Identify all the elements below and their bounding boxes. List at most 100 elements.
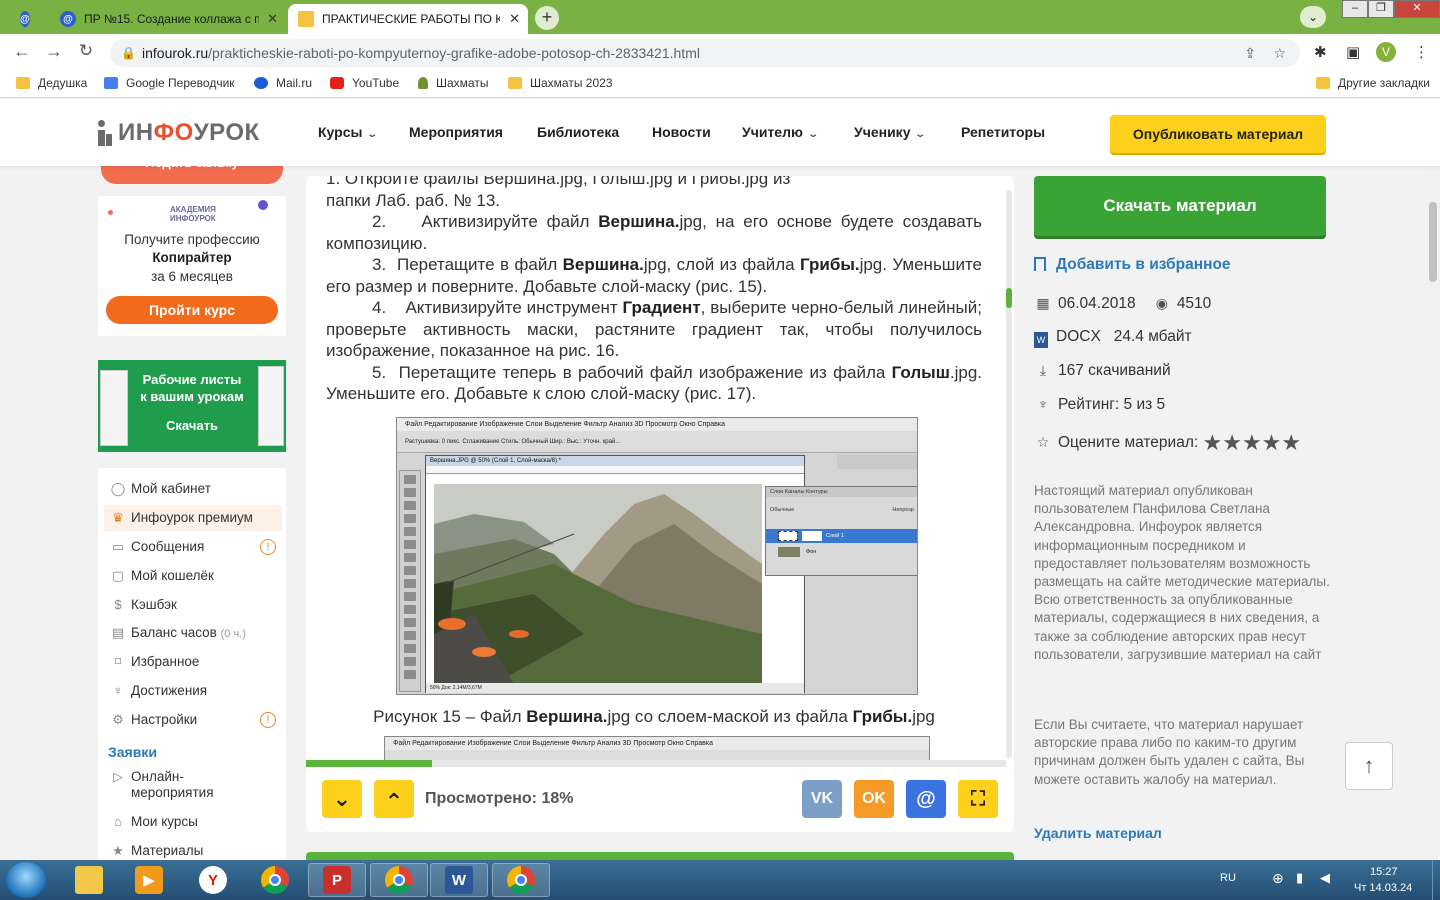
infourok-logo[interactable]: ИН ФО УРОК xyxy=(98,119,260,147)
sidebar-item-cashback[interactable]: $ Кэшбэк xyxy=(104,592,282,618)
sidebar-item-online-events[interactable]: ▷ Онлайн- мероприятия xyxy=(104,766,282,800)
ps-options-bar: Растушевка: 0 пикс. Сглаживание Стиль: О… xyxy=(397,431,917,453)
figure-photoshop-screenshot-2: Файл Редактирование Изображение Слои Выд… xyxy=(384,736,930,760)
taskbar-chrome-3[interactable] xyxy=(492,863,550,897)
sidebar-item-premium[interactable]: ♛ Инфоурок премиум xyxy=(104,505,282,531)
taskbar-explorer[interactable] xyxy=(60,863,118,897)
taskbar-word[interactable]: W xyxy=(430,863,488,897)
scroll-to-top-button[interactable]: ↑ xyxy=(1345,742,1393,790)
sidebar-item-wallet[interactable]: ▢ Мой кошелёк xyxy=(104,563,282,589)
other-bookmarks[interactable]: Другие закладки xyxy=(1316,76,1430,90)
back-arrow-icon[interactable]: ← xyxy=(10,41,34,62)
sidepanel-icon[interactable]: ▣ xyxy=(1346,43,1360,61)
add-to-favorites-link[interactable]: Добавить в избранное xyxy=(1034,256,1231,274)
maximize-button[interactable]: ❐ xyxy=(1368,0,1394,18)
bookmark-item[interactable]: Шахматы xyxy=(418,76,488,90)
share-mail-button[interactable]: @ xyxy=(906,780,946,818)
tab-search-icon[interactable]: ⌄ xyxy=(1300,6,1326,28)
doc-paragraph: 2. Активизируйте файл Вершина.jpg, на ег… xyxy=(326,212,982,253)
nav-events[interactable]: Мероприятия xyxy=(409,124,503,140)
scroll-down-button[interactable]: ⌄ xyxy=(322,780,362,818)
forward-arrow-icon[interactable]: → xyxy=(42,41,66,62)
ps-layer-row: Фон xyxy=(766,545,917,559)
play-icon: ▷ xyxy=(113,769,123,784)
share-icon[interactable]: ⇪ xyxy=(1244,39,1256,67)
layer-thumb xyxy=(778,547,800,557)
tab-collage[interactable]: @ ПР №15. Создание коллажа с п ✕ xyxy=(50,4,286,34)
language-indicator[interactable]: RU xyxy=(1220,872,1236,884)
new-tab-button[interactable]: + xyxy=(535,6,559,30)
sidebar-item-settings[interactable]: ⚙ Настройки! xyxy=(104,707,282,733)
sidebar-item-cabinet[interactable]: ◯ Мой кабинет xyxy=(104,476,282,502)
show-desktop-button[interactable] xyxy=(1432,860,1440,900)
sidebar-item-hours[interactable]: ▤ Баланс часов (0 ч.) xyxy=(104,620,282,646)
nav-student[interactable]: Ученику ⌄ xyxy=(854,124,927,140)
signal-icon[interactable]: ▮ xyxy=(1296,870,1303,886)
nav-news[interactable]: Новости xyxy=(652,124,711,140)
reload-icon[interactable]: ↻ xyxy=(74,41,98,61)
sidebar-item-favorites[interactable]: ⌑ Избранное xyxy=(104,649,282,675)
kebab-menu-icon[interactable]: ⋮ xyxy=(1414,43,1429,61)
nav-library[interactable]: Библиотека xyxy=(537,124,619,140)
minimize-button[interactable]: – xyxy=(1342,0,1368,18)
decor-dot xyxy=(108,210,113,215)
ps-layer-mode-row: Обычные Непрозр xyxy=(770,507,914,513)
download-icon: ⤓ xyxy=(1039,362,1047,378)
taskbar-app-p[interactable]: P xyxy=(308,863,366,897)
bookmark-item[interactable]: YouTube xyxy=(330,76,399,90)
bookmark-item[interactable]: Google Переводчик xyxy=(104,76,235,90)
take-course-button[interactable]: Пройти курс xyxy=(106,296,278,324)
bookmark-item[interactable]: Шахматы 2023 xyxy=(508,76,612,90)
close-icon[interactable]: ✕ xyxy=(509,11,520,27)
extensions-icon[interactable]: ✱ xyxy=(1314,43,1327,61)
windows-start-icon[interactable] xyxy=(6,862,46,898)
academy-banner[interactable]: АКАДЕМИЯ ИНФОУРОК Получите профессию Коп… xyxy=(98,196,286,336)
network-icon[interactable]: ⊕ xyxy=(1272,870,1284,887)
share-ok-button[interactable]: OK xyxy=(854,780,894,818)
share-vk-button[interactable]: VK xyxy=(802,780,842,818)
volume-icon[interactable]: ◀ xyxy=(1320,870,1330,886)
document-scroll-thumb[interactable] xyxy=(1006,288,1012,308)
page-scroll-thumb[interactable] xyxy=(1429,202,1437,282)
nav-teacher[interactable]: Учителю ⌄ xyxy=(742,124,819,140)
document-scrollbar[interactable] xyxy=(1006,190,1012,758)
profile-avatar[interactable]: V xyxy=(1376,42,1396,62)
ps-ruler xyxy=(426,466,804,474)
bookmark-star-icon[interactable]: ☆ xyxy=(1273,39,1286,67)
chess-icon xyxy=(418,77,428,89)
academy-logo: АКАДЕМИЯ ИНФОУРОК xyxy=(170,205,216,223)
clock-date[interactable]: Чт 14.03.24 xyxy=(1354,882,1412,894)
worksheets-download[interactable]: Скачать xyxy=(98,418,286,433)
scroll-up-button[interactable]: ⌃ xyxy=(374,780,414,818)
publish-material-button[interactable]: Опубликовать материал xyxy=(1110,115,1326,153)
address-bar[interactable]: 🔒 infourok.ru/prakticheskie-raboti-po-ko… xyxy=(110,39,1300,67)
download-material-button[interactable]: Скачать материал xyxy=(1034,176,1326,236)
nav-courses[interactable]: Курсы ⌄ xyxy=(318,124,379,140)
worksheets-banner[interactable]: Рабочие листы к вашим урокам Скачать xyxy=(98,360,286,452)
worksheets-subtitle: к вашим урокам xyxy=(140,389,244,404)
meta-downloads: ⤓ 167 скачиваний xyxy=(1034,362,1171,380)
delete-material-link[interactable]: Удалить материал xyxy=(1034,825,1162,841)
viewed-percent: Просмотрено: 18% xyxy=(425,790,574,807)
sidebar-item-achievements[interactable]: ♆ Достижения xyxy=(104,678,282,704)
window-close-button[interactable]: ✕ xyxy=(1394,0,1440,18)
clock-time[interactable]: 15:27 xyxy=(1370,866,1398,878)
worksheets-title: Рабочие листы xyxy=(142,372,242,387)
nav-tutors[interactable]: Репетиторы xyxy=(961,124,1045,140)
bookmark-item[interactable]: Mail.ru xyxy=(254,76,312,90)
taskbar-chrome-2[interactable] xyxy=(370,863,428,897)
page-scrollbar[interactable] xyxy=(1426,166,1440,860)
bookmark-icon: ⌑ xyxy=(114,654,122,669)
sidebar-item-my-courses[interactable]: ⌂ Мои курсы xyxy=(104,809,282,835)
taskbar-chrome[interactable] xyxy=(246,863,304,897)
rating-stars[interactable]: ★★★★★ xyxy=(1203,430,1302,455)
sidebar-item-messages[interactable]: ▭ Сообщения! xyxy=(104,534,282,560)
taskbar-yandex[interactable]: Y xyxy=(184,863,242,897)
tab-mail[interactable]: @ xyxy=(10,4,46,34)
bookmark-item[interactable]: Дедушка xyxy=(16,76,87,90)
close-icon[interactable]: ✕ xyxy=(267,11,278,27)
tab-active[interactable]: ПРАКТИЧЕСКИЕ РАБОТЫ ПО КО ✕ xyxy=(288,4,528,34)
taskbar-media[interactable]: ▶ xyxy=(120,863,178,897)
ps-window-title: Вершина.JPG @ 50% (Слой 1, Слой-маска/8)… xyxy=(426,456,804,466)
fullscreen-button[interactable]: ⛶ xyxy=(958,780,998,818)
